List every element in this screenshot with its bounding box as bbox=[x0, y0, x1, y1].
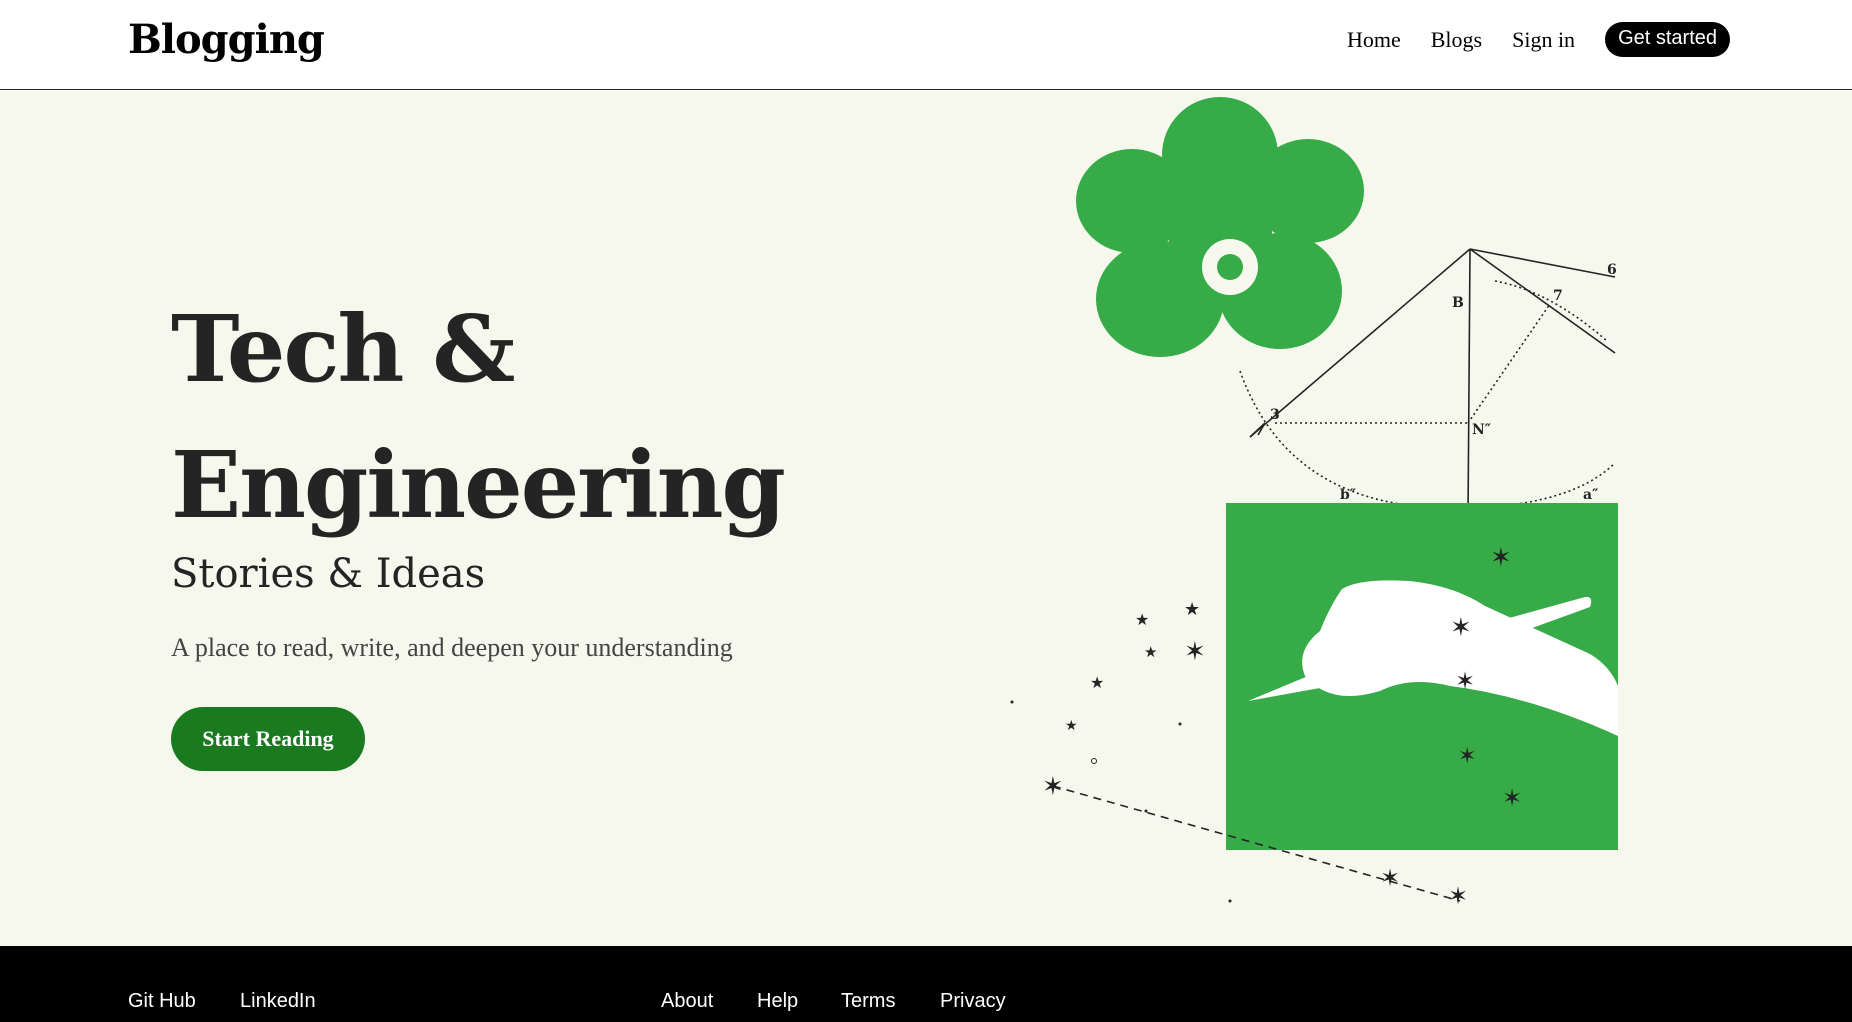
star-icon: ★ bbox=[1135, 610, 1149, 629]
hero-title-line-2: Engineering bbox=[171, 431, 786, 539]
diagram-line bbox=[1469, 248, 1616, 278]
star-icon: ✶ bbox=[1448, 882, 1468, 910]
hand-detail bbox=[1394, 683, 1422, 699]
nav-sign-in-link[interactable]: Sign in bbox=[1512, 27, 1575, 53]
diagram-line bbox=[1467, 248, 1471, 520]
hero-description: A place to read, write, and deepen your … bbox=[171, 633, 733, 662]
star-icon: ✶ bbox=[1458, 744, 1476, 769]
flower-pistil bbox=[1217, 254, 1243, 280]
nav-home-link[interactable]: Home bbox=[1347, 27, 1401, 53]
star-icon: ✶ bbox=[1450, 613, 1472, 643]
footer-about-link[interactable]: About bbox=[661, 990, 713, 1013]
hand-writing-illustration bbox=[1226, 503, 1618, 850]
dot-decoration bbox=[1144, 809, 1148, 813]
diagram-label-b: B bbox=[1452, 295, 1464, 311]
dot-decoration bbox=[1228, 899, 1232, 903]
dot-decoration bbox=[1010, 700, 1014, 704]
diagram-label-b2: b″ bbox=[1340, 487, 1356, 503]
hero-title: Tech & Engineering bbox=[171, 281, 931, 553]
star-icon: ✶ bbox=[1184, 637, 1206, 667]
diagram-label-n: N″ bbox=[1472, 422, 1491, 438]
star-icon: ✶ bbox=[1490, 543, 1512, 573]
star-icon: ✶ bbox=[1455, 667, 1475, 695]
diagram-line bbox=[1467, 303, 1551, 424]
site-header: Blogging Home Blogs Sign in Get started bbox=[0, 0, 1852, 90]
diagram-arc bbox=[1494, 280, 1608, 342]
star-icon: ✶ bbox=[1042, 772, 1064, 802]
diagram-line bbox=[1469, 248, 1616, 354]
footer-privacy-link[interactable]: Privacy bbox=[940, 990, 1006, 1013]
star-icon: ★ bbox=[1065, 718, 1078, 734]
footer-linkedin-link[interactable]: LinkedIn bbox=[240, 990, 316, 1013]
site-logo[interactable]: Blogging bbox=[128, 16, 325, 63]
footer-terms-link[interactable]: Terms bbox=[841, 990, 895, 1013]
main-nav: Home Blogs Sign in Get started bbox=[1317, 22, 1730, 57]
hero-title-line-1: Tech & bbox=[171, 295, 515, 403]
site-footer: Git Hub LinkedIn About Help Terms Privac… bbox=[0, 946, 1852, 1022]
diagram-label-7: 7 bbox=[1553, 288, 1563, 304]
star-icon: ★ bbox=[1090, 673, 1104, 692]
hero-illustration: B N″ E 3 b″ a″ 6 7 bbox=[1010, 97, 1618, 910]
dot-decoration bbox=[1178, 722, 1182, 726]
start-reading-button[interactable]: Start Reading bbox=[171, 707, 365, 771]
hero-section: Tech & Engineering Stories & Ideas A pla… bbox=[0, 91, 1852, 946]
footer-help-link[interactable]: Help bbox=[757, 990, 798, 1013]
diagram-label-6: 6 bbox=[1607, 262, 1617, 278]
star-icon: ✶ bbox=[1502, 784, 1522, 812]
nav-blogs-link[interactable]: Blogs bbox=[1431, 27, 1482, 53]
hero-subtitle: Stories & Ideas bbox=[171, 551, 486, 597]
diagram-label-a2: a″ bbox=[1583, 487, 1598, 503]
dot-decoration bbox=[1091, 758, 1097, 764]
flower-illustration bbox=[1076, 97, 1364, 357]
arrow-head bbox=[1249, 422, 1266, 438]
star-icon: ✶ bbox=[1380, 864, 1400, 892]
star-icon: ★ bbox=[1184, 599, 1200, 620]
diagram-label-3: 3 bbox=[1270, 407, 1280, 423]
get-started-button[interactable]: Get started bbox=[1605, 22, 1730, 57]
star-icon: ★ bbox=[1144, 643, 1157, 661]
diagram-arc bbox=[1239, 370, 1616, 509]
footer-github-link[interactable]: Git Hub bbox=[128, 990, 196, 1013]
